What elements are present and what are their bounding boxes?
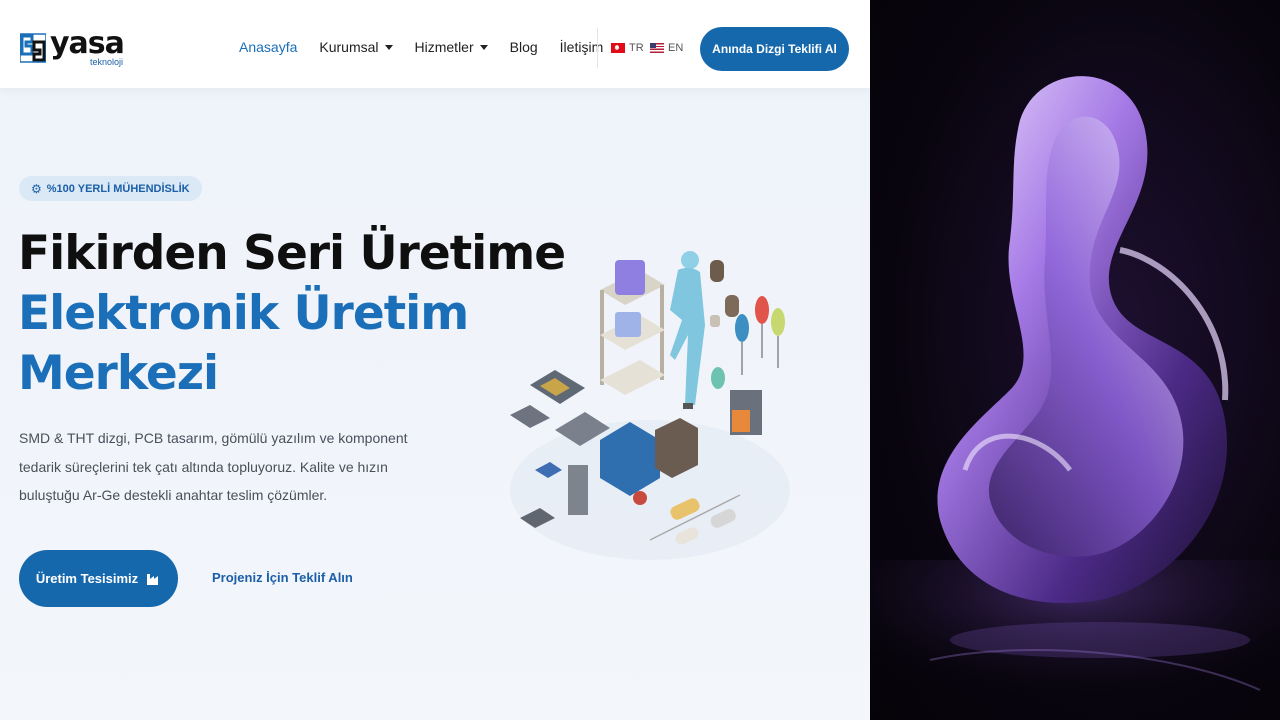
nav-divider: [597, 28, 598, 68]
site-header: yasa teknoloji Anasayfa Kurumsal Hizmetl…: [0, 0, 870, 88]
logo-mark-icon: [20, 33, 46, 63]
hero-title-line2: Elektronik Üretim: [18, 286, 469, 341]
hero-description: SMD & THT dizgi, PCB tasarım, gömülü yaz…: [19, 430, 408, 503]
lang-switch-en[interactable]: EN: [650, 42, 683, 54]
hero-badge: ⚙ %100 YERLİ MÜHENDİSLİK: [19, 176, 202, 201]
nav-item-hizmetler[interactable]: Hizmetler: [415, 39, 488, 55]
main-nav: Anasayfa Kurumsal Hizmetler Blog İletişi…: [239, 39, 625, 55]
gear-icon: ⚙: [31, 181, 42, 196]
engineer-figure: [670, 251, 705, 409]
nav-item-label: Hizmetler: [414, 39, 474, 55]
lang-label-en: EN: [668, 42, 684, 54]
nav-item-anasayfa[interactable]: Anasayfa: [239, 39, 297, 55]
us-flag-icon: [650, 43, 664, 53]
nav-item-label: Anasayfa: [239, 39, 298, 55]
rack-graphic: [600, 260, 665, 395]
nav-item-label: Kurumsal: [319, 39, 379, 55]
hero-badge-label: %100 YERLİ MÜHENDİSLİK: [46, 182, 190, 195]
production-facility-label: Üretim Tesisimiz: [35, 571, 139, 586]
glass-sculpture-image: [870, 76, 1280, 720]
factory-icon: [147, 574, 159, 585]
lang-label-tr: TR: [629, 42, 644, 54]
brand-name: yasa: [50, 26, 125, 61]
caret-down-icon: [384, 44, 393, 50]
quote-cta-button[interactable]: Anında Dizgi Teklifi Al: [700, 27, 849, 71]
nav-item-kurumsal[interactable]: Kurumsal: [319, 39, 393, 55]
turkey-flag-icon: [611, 43, 625, 53]
abstract-3d-art-panel: [870, 0, 1280, 720]
capacitor-group: [710, 260, 785, 389]
brand-logo[interactable]: yasa teknoloji: [20, 26, 130, 70]
production-facility-button[interactable]: Üretim Tesisimiz: [19, 550, 178, 607]
project-quote-link[interactable]: Projeniz İçin Teklif Alın: [212, 570, 353, 585]
lang-switch-tr[interactable]: TR: [611, 42, 644, 54]
electronics-illustration: [510, 251, 790, 560]
brand-subtitle: teknoloji: [90, 57, 124, 67]
hero-title-line3: Merkezi: [18, 346, 219, 401]
hero-title-line1: Fikirden Seri Üretime: [18, 226, 566, 281]
caret-down-icon: [479, 44, 488, 50]
nav-item-label: Blog: [509, 39, 538, 55]
nav-item-blog[interactable]: Blog: [510, 39, 538, 55]
website-panel: yasa teknoloji Anasayfa Kurumsal Hizmetl…: [0, 0, 870, 720]
